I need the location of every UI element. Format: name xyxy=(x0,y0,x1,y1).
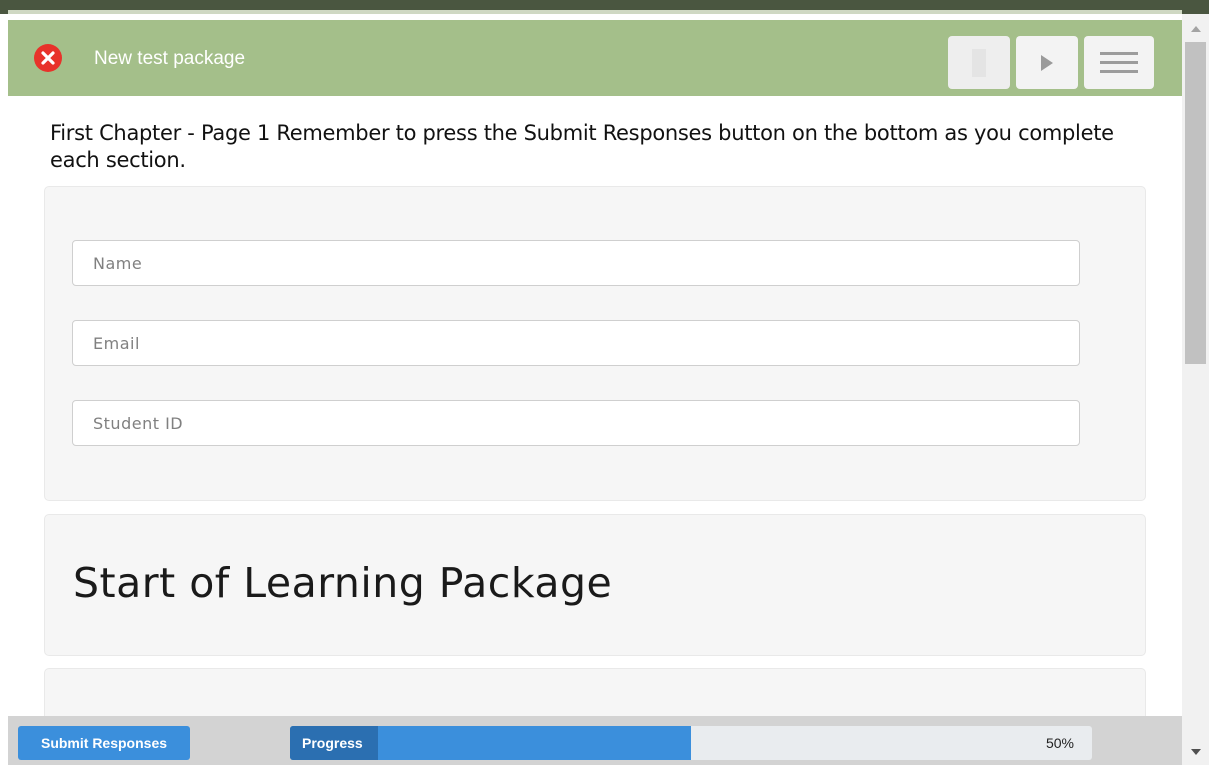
next-page-icon xyxy=(1041,54,1053,71)
student-id-field[interactable] xyxy=(72,400,1080,446)
menu-button[interactable] xyxy=(1084,36,1154,89)
student-info-card xyxy=(44,186,1146,501)
app-window: New test package First Chapter - Page 1 … xyxy=(8,14,1182,765)
next-page-button[interactable] xyxy=(1016,36,1078,89)
progress-label: Progress xyxy=(290,726,378,760)
footer-bar: Submit Responses Progress 50% xyxy=(8,716,1182,765)
next-section-card xyxy=(44,668,1146,716)
scroll-down-icon[interactable] xyxy=(1191,749,1201,755)
section-heading-card: Start of Learning Package xyxy=(44,514,1146,656)
page-content: First Chapter - Page 1 Remember to press… xyxy=(8,96,1182,716)
submit-responses-button[interactable]: Submit Responses xyxy=(18,726,190,760)
close-icon[interactable] xyxy=(34,44,62,72)
email-field[interactable] xyxy=(72,320,1080,366)
name-field[interactable] xyxy=(72,240,1080,286)
progress-bar: Progress 50% xyxy=(290,726,1092,760)
menu-icon xyxy=(1100,46,1138,79)
vertical-scrollbar[interactable] xyxy=(1182,14,1209,765)
previous-page-icon xyxy=(972,48,986,77)
header-bar: New test package xyxy=(8,20,1182,96)
previous-page-button[interactable] xyxy=(948,36,1010,89)
scroll-up-icon[interactable] xyxy=(1191,26,1201,32)
page-instructions: First Chapter - Page 1 Remember to press… xyxy=(50,121,1114,172)
package-title: New test package xyxy=(94,48,246,69)
scroll-thumb[interactable] xyxy=(1185,42,1206,364)
window-top-strip xyxy=(0,0,1209,14)
progress-percent: 50% xyxy=(1045,735,1074,751)
section-heading: Start of Learning Package xyxy=(73,559,613,607)
